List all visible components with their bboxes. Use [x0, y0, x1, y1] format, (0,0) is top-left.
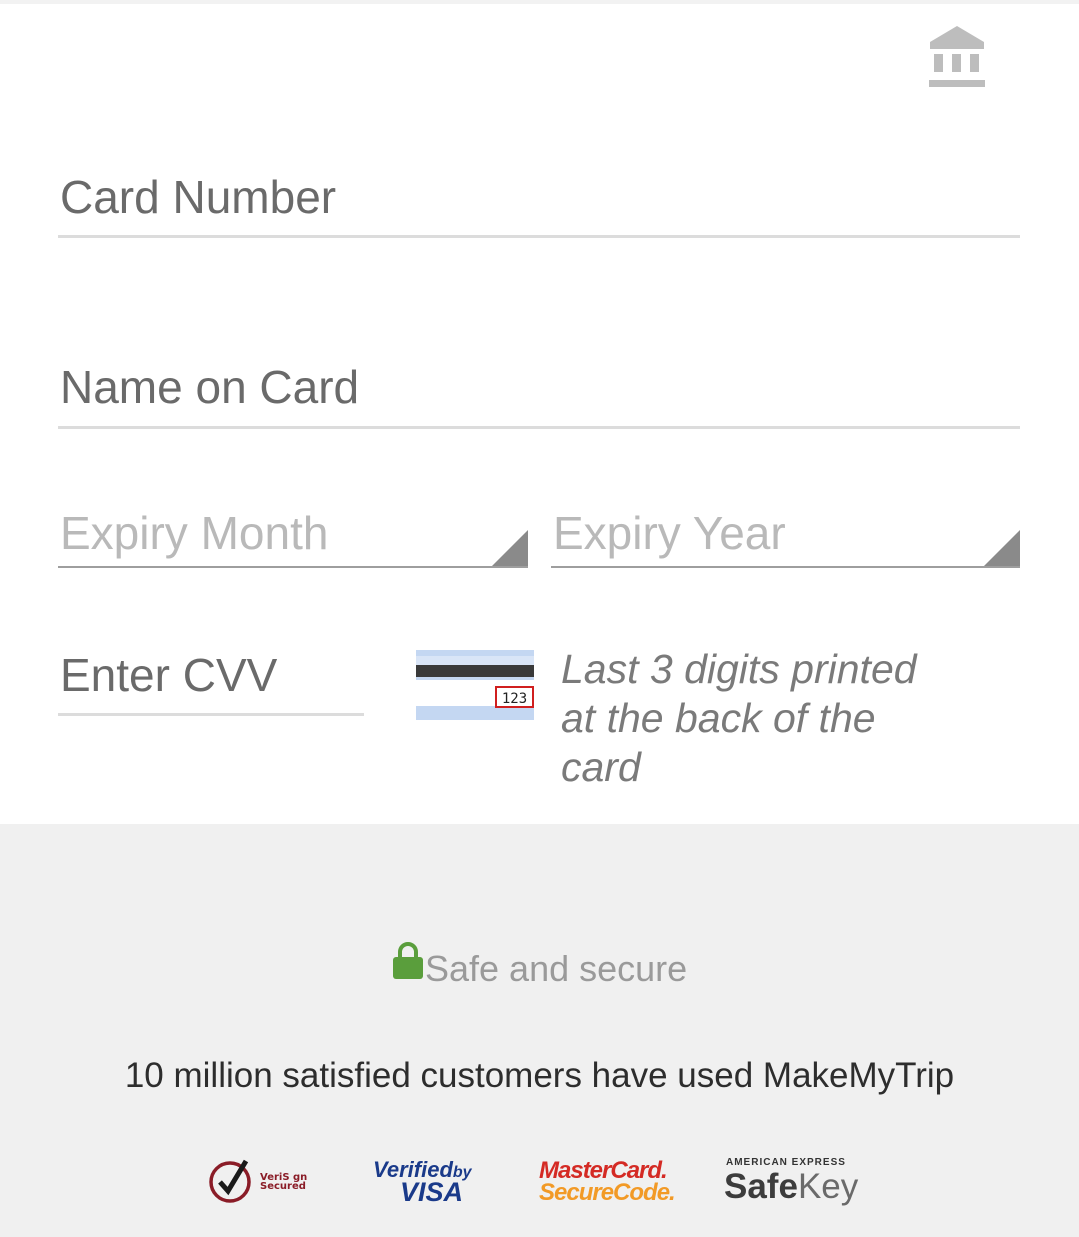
secure-label: Safe and secure: [425, 948, 688, 989]
cvv-hint: Last 3 digits printed at the back of the…: [561, 646, 917, 790]
amex-line2: SafeKey: [724, 1167, 859, 1206]
card-number-placeholder: Card Number: [60, 171, 337, 223]
mastercard-line2: SecureCode.: [539, 1179, 676, 1206]
trust-footer: Safe and secure 10 million satisfied cus…: [0, 824, 1079, 1237]
mastercard-securecode-badge: MasterCard. SecureCode.: [536, 1149, 676, 1209]
bank-icon[interactable]: [926, 24, 988, 90]
cvv-field[interactable]: Enter CVV: [58, 640, 364, 716]
top-strip: [0, 0, 1079, 4]
name-on-card-placeholder: Name on Card: [60, 361, 360, 413]
lock-icon: [392, 942, 424, 980]
expiry-year-placeholder: Expiry Year: [553, 507, 786, 559]
expiry-year-select[interactable]: Expiry Year: [551, 500, 1020, 568]
card-back-icon: 123: [416, 650, 534, 720]
dropdown-corner-icon: [492, 530, 528, 566]
visa-line2: VISA: [400, 1177, 464, 1207]
card-number-field[interactable]: Card Number: [58, 160, 1020, 238]
cvv-placeholder: Enter CVV: [60, 649, 278, 701]
expiry-month-placeholder: Expiry Month: [60, 507, 329, 559]
verisign-check-icon: [209, 1159, 251, 1203]
cvv-card-digits: 123: [502, 691, 527, 707]
amex-safekey-badge: AMERICAN EXPRESS SafeKey: [722, 1149, 872, 1209]
verisign-badge: VeriS gn Secured: [208, 1156, 318, 1208]
verified-by-visa-badge: Verifiedby VISA: [372, 1149, 482, 1209]
expiry-month-select[interactable]: Expiry Month: [58, 500, 528, 568]
dropdown-corner-icon: [984, 530, 1020, 566]
name-on-card-field[interactable]: Name on Card: [58, 350, 1020, 429]
verisign-line2: Secured: [260, 1181, 306, 1192]
customers-text: 10 million satisfied customers have used…: [124, 1056, 955, 1095]
